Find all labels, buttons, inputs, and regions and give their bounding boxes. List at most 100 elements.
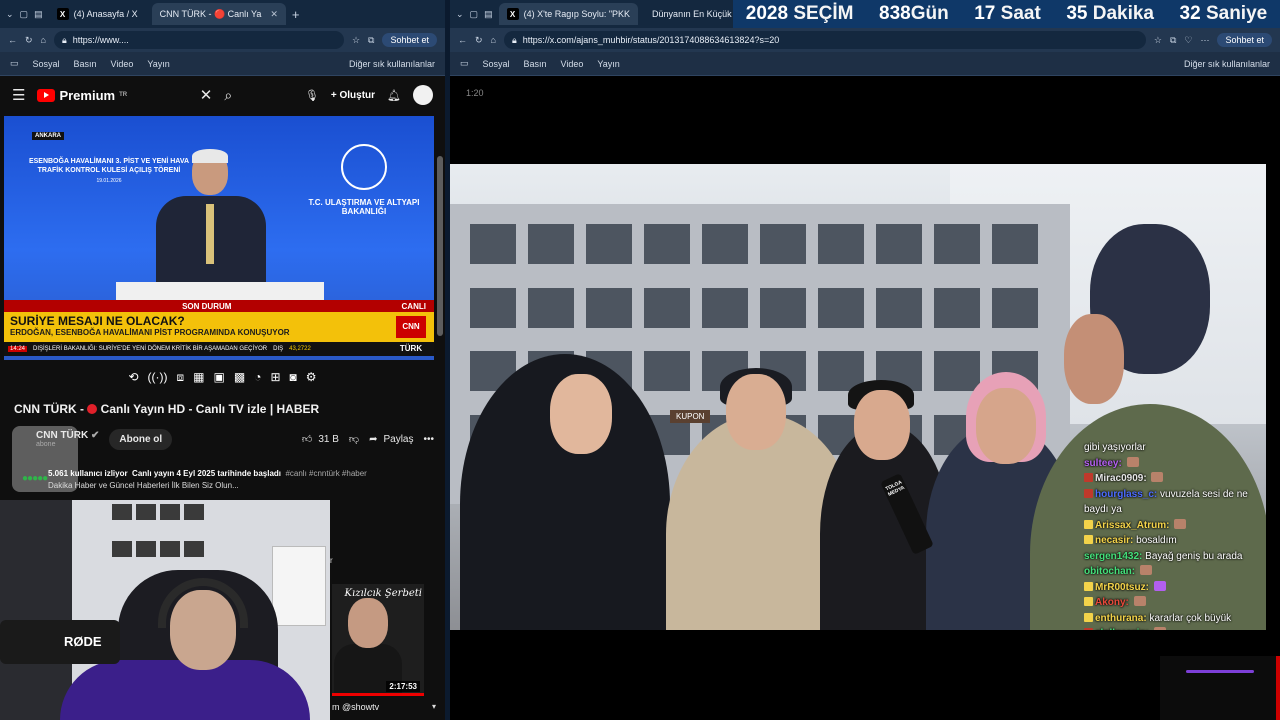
tab-x-post[interactable]: X (4) X'te Ragıp Soylu: "PKK: [498, 3, 639, 25]
bookmark-folder-yayin[interactable]: Yayın: [147, 59, 169, 69]
chat-username[interactable]: necasir:: [1095, 535, 1133, 546]
workspaces-icon[interactable]: ▢: [20, 9, 29, 20]
bookmarks-bar: ▭ Sosyal Basın Video Yayın Diğer sık kul…: [0, 52, 445, 76]
chat-username[interactable]: obitochan:: [1084, 566, 1135, 577]
collections-icon[interactable]: ♡: [1184, 35, 1192, 46]
voice-search-icon[interactable]: 🎙︎: [305, 89, 319, 102]
chat-emote-icon: [1153, 627, 1166, 630]
chat-username[interactable]: Arissax_Atrum:: [1095, 520, 1169, 531]
extensions-icon[interactable]: ⧉: [368, 35, 374, 46]
reco-channel[interactable]: m @showtv: [332, 702, 379, 712]
scroll-down-icon[interactable]: ▾: [432, 702, 436, 711]
back-icon[interactable]: ←: [8, 35, 17, 45]
extensions-icon[interactable]: ⧉: [1170, 35, 1176, 46]
player-extension-controls: ⟲ ((·)) ⧈ ▦ ▣ ▩ ◔ ⊞ ◙ ⚙: [0, 370, 445, 385]
refresh-icon[interactable]: ↻: [475, 35, 483, 46]
chat-username[interactable]: Mirac0909:: [1095, 473, 1147, 484]
loop-icon[interactable]: ⟲: [128, 370, 138, 385]
audio-icon[interactable]: ((·)): [148, 370, 168, 385]
youtube-logo[interactable]: Premium TR: [37, 88, 127, 103]
embedded-video[interactable]: KUPON TOLGA MEDYA gibi yaşıyorlar sultee…: [450, 164, 1266, 630]
description-line-1: 5.061 kullanıcı izliyor Canlı yayın 4 Ey…: [48, 468, 438, 480]
chat-username[interactable]: MrR00tsuz:: [1095, 582, 1149, 593]
whiteboard: [272, 546, 326, 626]
close-search-icon[interactable]: ✕: [200, 86, 213, 104]
refresh-icon[interactable]: ↻: [25, 35, 33, 46]
overlay-accent-line: [1186, 670, 1254, 673]
bookmark-folder-video[interactable]: Video: [111, 59, 134, 69]
tab-list-chevron-icon[interactable]: ⌄: [456, 9, 464, 20]
screenshot-camera-icon[interactable]: ◙: [290, 370, 297, 385]
hashtags[interactable]: #canlı #cnntürk #haber: [285, 469, 366, 478]
add-icon[interactable]: ⊞: [270, 370, 280, 385]
other-bookmarks[interactable]: Diğer sık kullanılanlar: [349, 59, 435, 69]
chat-message: MrR00tsuz:: [1084, 580, 1266, 596]
other-bookmarks[interactable]: Diğer sık kullanılanlar: [1184, 59, 1270, 69]
more-menu-icon[interactable]: ⋯: [1200, 35, 1209, 46]
video-player[interactable]: ANKARA ESENBOĞA HAVALİMANI 3. PİST VE YE…: [4, 116, 434, 360]
avatar[interactable]: [413, 85, 434, 105]
share-button[interactable]: ➦ Paylaş: [369, 434, 413, 445]
ministry-logo: T.C. ULAŞTIRMA VE ALTYAPI BAKANLIĞI: [304, 144, 424, 216]
chat-username[interactable]: sulteey:: [1084, 458, 1122, 469]
back-icon[interactable]: ←: [458, 35, 467, 45]
x-video-stage[interactable]: 1:20 KUPON TOLGA MEDYA gibi yaşıyorlar s…: [450, 76, 1280, 720]
notifications-bell-icon[interactable]: 🔔︎: [387, 89, 401, 102]
screen-share-icon[interactable]: ⧈: [177, 370, 185, 385]
chat-username[interactable]: hourglass_c:: [1095, 489, 1157, 500]
chat-username[interactable]: sergen1432:: [1084, 551, 1142, 562]
address-bar[interactable]: 🔒︎ https://x.com/ajans_muhbir/status/201…: [503, 31, 1146, 49]
copilot-chat-button[interactable]: Sohbet et: [1217, 33, 1272, 47]
speed-icon[interactable]: ◔: [254, 370, 261, 385]
minutes-value: 35: [1066, 3, 1088, 24]
site-info-icon[interactable]: 🔒︎: [512, 35, 517, 46]
theater-icon[interactable]: ▩: [234, 370, 245, 385]
chat-username[interactable]: enthurana:: [1095, 613, 1147, 624]
favorites-star-icon[interactable]: ☆: [1154, 35, 1162, 46]
search-icon[interactable]: ⌕: [224, 87, 232, 104]
workspaces-icon[interactable]: ▢: [470, 9, 479, 20]
scrollbar[interactable]: [437, 156, 443, 336]
tab-list-chevron-icon[interactable]: ⌄: [6, 9, 14, 20]
close-tab-icon[interactable]: ✕: [270, 9, 278, 20]
bookmark-folder-basin[interactable]: Basın: [524, 59, 547, 69]
subscribe-button[interactable]: Abone ol: [109, 428, 173, 450]
tab-x-home[interactable]: X (4) Anasayfa / X: [49, 3, 146, 25]
bookmark-folder-sosyal[interactable]: Sosyal: [33, 59, 60, 69]
chat-username[interactable]: elollgergin:: [1095, 628, 1149, 630]
dislike-button[interactable]: 👎︎: [349, 433, 359, 445]
tab-cnn-turk[interactable]: ▶ CNN TÜRK - 🔴 Canlı Ya ✕: [0, 3, 286, 88]
chat-badge-icon: [1084, 597, 1093, 606]
like-button[interactable]: 👍︎ 31 B: [302, 433, 339, 446]
chat-badge-icon: [1084, 581, 1093, 591]
copilot-chat-button[interactable]: Sohbet et: [382, 33, 437, 47]
home-icon[interactable]: ⌂: [41, 35, 46, 45]
subheadline: ERDOĞAN, ESENBOĞA HAVALİMANI PİST PROGRA…: [10, 328, 290, 337]
person-1-face: [550, 374, 612, 454]
bookmark-menu-icon[interactable]: ▭: [10, 58, 19, 69]
more-options-icon[interactable]: •••: [423, 434, 434, 445]
tab-actions-icon[interactable]: ▤: [484, 9, 493, 20]
favorites-star-icon[interactable]: ☆: [352, 35, 360, 46]
picture-in-picture-icon[interactable]: ▣: [214, 370, 225, 385]
chat-username[interactable]: Akony:: [1095, 597, 1129, 608]
video-description[interactable]: 5.061 kullanıcı izliyor Canlı yayın 4 Ey…: [48, 468, 438, 492]
bookmark-menu-icon[interactable]: ▭: [460, 58, 469, 69]
hamburger-menu-icon[interactable]: ☰: [12, 86, 25, 104]
bookmark-folder-sosyal[interactable]: Sosyal: [483, 59, 510, 69]
settings-gear-icon[interactable]: ⚙: [306, 370, 317, 385]
logo-region: TR: [119, 92, 128, 98]
create-button[interactable]: + Oluştur: [331, 90, 375, 101]
tab-actions-icon[interactable]: ▤: [34, 9, 43, 20]
film-icon[interactable]: ▦: [193, 370, 204, 385]
recommended-video-thumbnail[interactable]: Kızılcık Şerbeti 2:17:53: [332, 584, 424, 696]
bookmark-folder-video[interactable]: Video: [561, 59, 584, 69]
channel-info[interactable]: CNN TÜRK ✔︎ abone: [36, 430, 99, 448]
bookmark-folder-basin[interactable]: Basın: [74, 59, 97, 69]
chat-emote-icon: [1151, 472, 1164, 482]
bookmark-folder-yayin[interactable]: Yayın: [597, 59, 619, 69]
new-tab-icon[interactable]: +: [292, 7, 300, 22]
address-bar[interactable]: 🔒︎ https://www....: [53, 31, 344, 49]
like-count: 31 B: [318, 433, 339, 445]
home-icon[interactable]: ⌂: [491, 35, 496, 45]
